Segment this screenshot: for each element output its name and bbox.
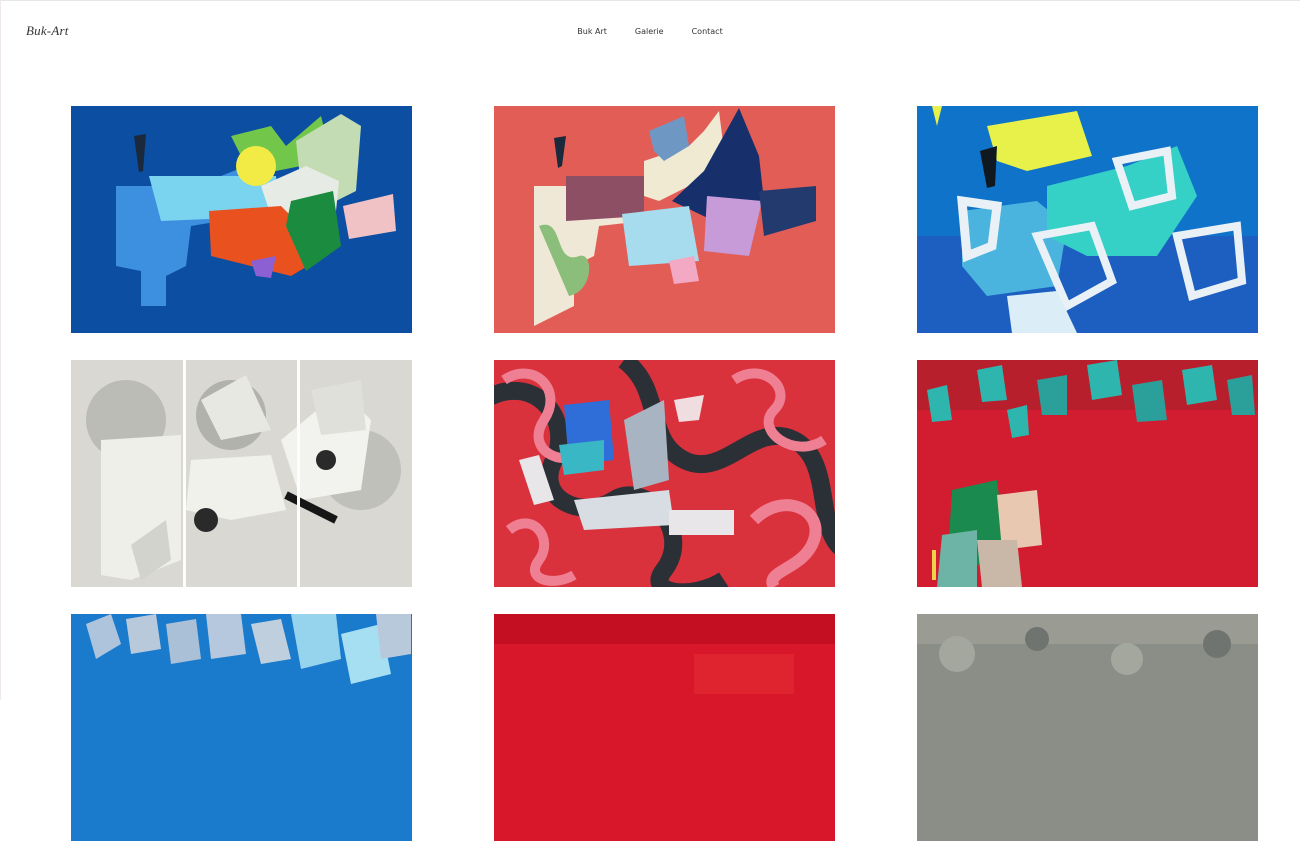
artwork-image <box>917 360 1258 587</box>
nav-link-contact[interactable]: Contact <box>692 27 723 36</box>
artwork-image <box>917 614 1258 841</box>
artwork-gallery <box>71 106 1258 841</box>
artwork-tile-3[interactable] <box>917 106 1258 333</box>
artwork-image <box>494 614 835 841</box>
artwork-tile-6[interactable] <box>917 360 1258 587</box>
artwork-image <box>71 614 412 841</box>
left-border <box>0 0 1 700</box>
artwork-image <box>71 106 412 333</box>
artwork-image <box>917 106 1258 333</box>
main-navigation: Buk Art Galerie Contact <box>560 27 740 36</box>
artwork-tile-1[interactable] <box>71 106 412 333</box>
artwork-tile-7[interactable] <box>71 614 412 841</box>
nav-link-galerie[interactable]: Galerie <box>635 27 664 36</box>
site-logo-link[interactable]: Buk-Art <box>26 23 69 39</box>
artwork-tile-8[interactable] <box>494 614 835 841</box>
artwork-tile-9[interactable] <box>917 614 1258 841</box>
nav-link-buk-art[interactable]: Buk Art <box>577 27 607 36</box>
artwork-tile-2[interactable] <box>494 106 835 333</box>
artwork-image <box>494 106 835 333</box>
artwork-image <box>494 360 835 587</box>
artwork-tile-5[interactable] <box>494 360 835 587</box>
top-border <box>0 0 1300 1</box>
artwork-tile-4[interactable] <box>71 360 412 587</box>
artwork-image <box>71 360 412 587</box>
